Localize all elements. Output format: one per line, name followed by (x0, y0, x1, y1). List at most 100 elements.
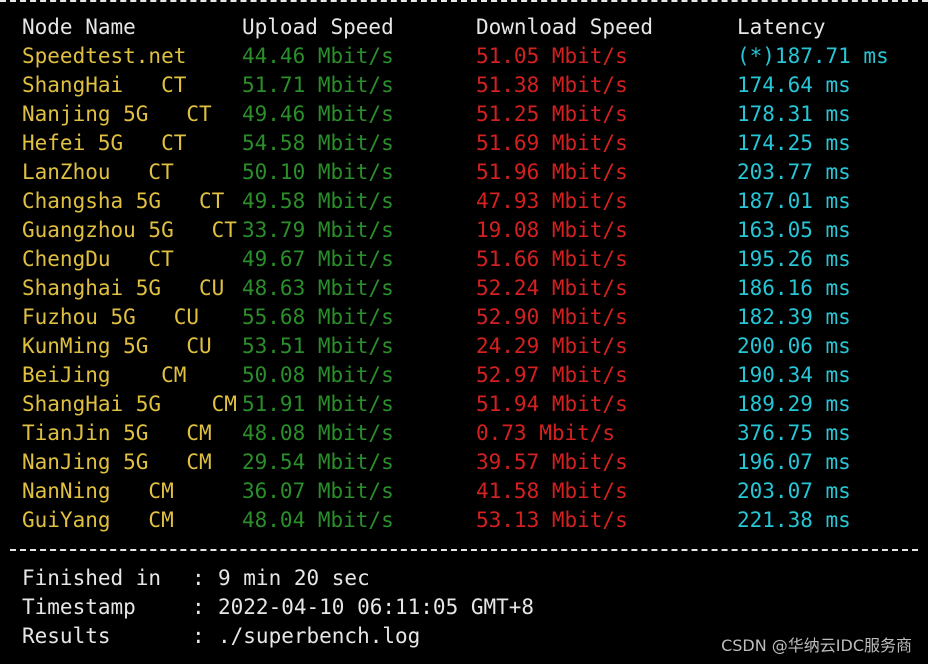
latency: 174.25 ms (737, 131, 851, 155)
table-row: Nanjing 5G CT 49.46 Mbit/s 51.25 Mbit/s … (0, 100, 851, 129)
download-speed: 51.94 Mbit/s (476, 392, 628, 416)
table-row: Fuzhou 5G CU 55.68 Mbit/s 52.90 Mbit/s 1… (0, 303, 851, 332)
upload-speed: 55.68 Mbit/s (242, 305, 394, 329)
table-row: KunMing 5G CU 53.51 Mbit/s 24.29 Mbit/s … (0, 332, 851, 361)
upload-speed: 53.51 Mbit/s (242, 334, 394, 358)
table-row: NanJing 5G CM 29.54 Mbit/s 39.57 Mbit/s … (0, 448, 851, 477)
upload-speed: 29.54 Mbit/s (242, 450, 394, 474)
table-row: BeiJing CM 50.08 Mbit/s 52.97 Mbit/s 190… (0, 361, 851, 390)
latency: 203.77 ms (737, 160, 851, 184)
latency: 190.34 ms (737, 363, 851, 387)
upload-speed: 50.08 Mbit/s (242, 363, 394, 387)
summary-timestamp: Timestamp : 2022-04-10 06:11:05 GMT+8 (0, 593, 534, 622)
download-speed: 52.90 Mbit/s (476, 305, 628, 329)
table-row: NanNing CM 36.07 Mbit/s 41.58 Mbit/s 203… (0, 477, 851, 506)
node-name: LanZhou CT (22, 160, 174, 184)
latency: 182.39 ms (737, 305, 851, 329)
latency: 376.75 ms (737, 421, 851, 445)
latency: 189.29 ms (737, 392, 851, 416)
download-speed: 52.24 Mbit/s (476, 276, 628, 300)
summary-value: 9 min 20 sec (218, 566, 370, 590)
summary-key: Results (22, 624, 111, 648)
upload-speed: 44.46 Mbit/s (242, 44, 394, 68)
node-name: Hefei 5G CT (22, 131, 187, 155)
table-row: Hefei 5G CT 54.58 Mbit/s 51.69 Mbit/s 17… (0, 129, 851, 158)
latency: 174.64 ms (737, 73, 851, 97)
node-name: Shanghai 5G CU (22, 276, 225, 300)
upload-speed: 50.10 Mbit/s (242, 160, 394, 184)
latency: 221.38 ms (737, 508, 851, 532)
upload-speed: 48.04 Mbit/s (242, 508, 394, 532)
dashed-divider (10, 549, 918, 551)
table-row: Shanghai 5G CU 48.63 Mbit/s 52.24 Mbit/s… (0, 274, 851, 303)
upload-speed: 54.58 Mbit/s (242, 131, 394, 155)
upload-speed: 49.46 Mbit/s (242, 102, 394, 126)
summary-key: Timestamp (22, 595, 136, 619)
latency: 203.07 ms (737, 479, 851, 503)
latency: 200.06 ms (737, 334, 851, 358)
node-name: Speedtest.net (22, 44, 187, 68)
upload-speed: 49.58 Mbit/s (242, 189, 394, 213)
latency: 178.31 ms (737, 102, 851, 126)
node-name: ShangHai CT (22, 73, 187, 97)
table-header: Node Name Upload Speed Download Speed La… (0, 13, 826, 42)
download-speed: 51.96 Mbit/s (476, 160, 628, 184)
node-name: NanJing 5G CM (22, 450, 212, 474)
summary-key: Finished in (22, 566, 162, 590)
upload-speed: 51.71 Mbit/s (242, 73, 394, 97)
node-name: NanNing CM (22, 479, 174, 503)
table-row: GuiYang CM 48.04 Mbit/s 53.13 Mbit/s 221… (0, 506, 851, 535)
node-name: TianJin 5G CM (22, 421, 212, 445)
table-row: Changsha 5G CT 49.58 Mbit/s 47.93 Mbit/s… (0, 187, 851, 216)
csdn-watermark: CSDN @华纳云IDC服务商 (721, 636, 912, 655)
latency: 163.05 ms (737, 218, 851, 242)
download-speed: 0.73 Mbit/s (476, 421, 616, 445)
summary-value: 2022-04-10 06:11:05 GMT+8 (218, 595, 535, 619)
header-download-speed: Download Speed (476, 15, 654, 39)
upload-speed: 48.63 Mbit/s (242, 276, 394, 300)
upload-speed: 51.91 Mbit/s (242, 392, 394, 416)
latency: 196.07 ms (737, 450, 851, 474)
download-speed: 51.69 Mbit/s (476, 131, 628, 155)
summary-finished: Finished in : 9 min 20 sec (0, 564, 370, 593)
upload-speed: 36.07 Mbit/s (242, 479, 394, 503)
header-node-name: Node Name (22, 15, 136, 39)
latency: 195.26 ms (737, 247, 851, 271)
download-speed: 51.05 Mbit/s (476, 44, 628, 68)
node-name: Guangzhou 5G CT (22, 218, 237, 242)
summary-colon: : (192, 624, 205, 648)
download-speed: 53.13 Mbit/s (476, 508, 628, 532)
node-name: BeiJing CM (22, 363, 187, 387)
table-row: ChengDu CT 49.67 Mbit/s 51.66 Mbit/s 195… (0, 245, 851, 274)
summary-results: Results : ./superbench.log (0, 622, 420, 651)
terminal-window[interactable]: Node Name Upload Speed Download Speed La… (0, 0, 928, 664)
download-speed: 19.08 Mbit/s (476, 218, 628, 242)
download-speed: 47.93 Mbit/s (476, 189, 628, 213)
download-speed: 24.29 Mbit/s (476, 334, 628, 358)
node-name: ChengDu CT (22, 247, 174, 271)
upload-speed: 48.08 Mbit/s (242, 421, 394, 445)
download-speed: 52.97 Mbit/s (476, 363, 628, 387)
node-name: KunMing 5G CU (22, 334, 212, 358)
latency: 187.01 ms (737, 189, 851, 213)
download-speed: 41.58 Mbit/s (476, 479, 628, 503)
node-name: Nanjing 5G CT (22, 102, 212, 126)
table-row: ShangHai CT 51.71 Mbit/s 51.38 Mbit/s 17… (0, 71, 851, 100)
top-dashed-divider (0, 0, 928, 2)
table-row: LanZhou CT 50.10 Mbit/s 51.96 Mbit/s 203… (0, 158, 851, 187)
latency: (*)187.71 ms (737, 44, 889, 68)
summary-value: ./superbench.log (218, 624, 421, 648)
table-row: Guangzhou 5G CT 33.79 Mbit/s 19.08 Mbit/… (0, 216, 851, 245)
node-name: Changsha 5G CT (22, 189, 225, 213)
upload-speed: 33.79 Mbit/s (242, 218, 394, 242)
header-upload-speed: Upload Speed (242, 15, 394, 39)
node-name: ShangHai 5G CM (22, 392, 237, 416)
node-name: GuiYang CM (22, 508, 174, 532)
download-speed: 39.57 Mbit/s (476, 450, 628, 474)
latency: 186.16 ms (737, 276, 851, 300)
header-latency: Latency (737, 15, 826, 39)
node-name: Fuzhou 5G CU (22, 305, 200, 329)
summary-colon: : (192, 595, 205, 619)
table-row: Speedtest.net 44.46 Mbit/s 51.05 Mbit/s … (0, 42, 889, 71)
table-row: ShangHai 5G CM 51.91 Mbit/s 51.94 Mbit/s… (0, 390, 851, 419)
